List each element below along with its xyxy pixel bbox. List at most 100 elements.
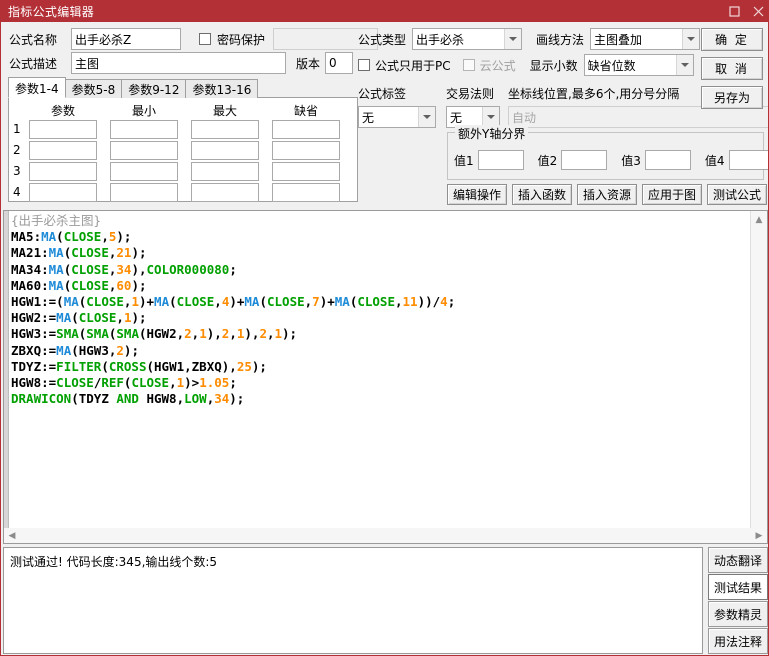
param-cell-3-name[interactable] xyxy=(29,161,97,181)
code-token-op: ); xyxy=(251,358,267,374)
tab-test-result[interactable]: 测试结果 xyxy=(708,574,768,600)
table-row: 1 xyxy=(13,119,353,139)
scroll-right-icon[interactable]: ▶ xyxy=(751,528,767,543)
chevron-down-icon[interactable] xyxy=(682,29,700,49)
code-token-fn: MA xyxy=(48,245,64,261)
tab-usage-notes[interactable]: 用法注释 xyxy=(708,628,768,654)
code-token-num: 1.05 xyxy=(199,374,230,390)
extra-y-axis-title: 额外Y轴分界 xyxy=(455,125,529,142)
insert-function-button[interactable]: 插入函数 xyxy=(512,184,572,205)
param-cell-4-default[interactable] xyxy=(272,182,340,202)
code-token-op: := xyxy=(41,326,57,342)
code-token-op: , xyxy=(169,374,177,390)
param-cell-3-min[interactable] xyxy=(110,161,178,181)
tab-param-wizard[interactable]: 参数精灵 xyxy=(708,601,768,627)
draw-method-select[interactable]: 主图叠加 xyxy=(590,28,701,50)
version-input[interactable]: 0 xyxy=(325,52,354,74)
close-icon[interactable] xyxy=(746,1,768,22)
extra-y-axis-fields: 值1 值2 值3 值4 xyxy=(454,150,768,170)
code-token-var: HGW2 xyxy=(11,310,42,326)
cloud-formula-checkbox xyxy=(462,59,475,71)
password-protect-label: 密码保护 xyxy=(217,32,266,47)
tab-params-9-12[interactable]: 参数9-12 xyxy=(121,79,187,98)
extra-y-input-4[interactable] xyxy=(728,150,768,170)
col-header-max: 最大 xyxy=(212,103,237,118)
test-formula-button[interactable]: 测试公式 xyxy=(707,184,767,205)
formula-type-select[interactable]: 出手必杀 xyxy=(412,28,523,50)
code-token-num: 1 xyxy=(131,293,139,309)
code-token-op: ); xyxy=(131,245,147,261)
table-row: 3 xyxy=(13,161,353,181)
code-token-kw: SMA xyxy=(56,326,79,342)
cloud-formula-label: 云公式 xyxy=(479,58,516,73)
code-text-area[interactable]: {出手必杀主图} MA5:MA(CLOSE,5); MA21:MA(CLOSE,21… xyxy=(9,211,750,543)
code-token-op: (TDYZ xyxy=(71,391,117,407)
param-cell-2-max[interactable] xyxy=(191,140,259,160)
version-label: 版本 xyxy=(296,56,321,71)
param-cell-1-default[interactable] xyxy=(272,119,340,139)
maximize-icon[interactable] xyxy=(722,1,746,22)
param-cell-3-default[interactable] xyxy=(272,161,340,181)
code-line: DRAWICON(TDYZ AND HGW8,LOW,34); xyxy=(11,391,750,407)
ok-button[interactable]: 确 定 xyxy=(701,28,763,51)
chevron-down-icon[interactable] xyxy=(482,107,499,127)
param-cell-1-max[interactable] xyxy=(191,119,259,139)
apply-to-chart-button[interactable]: 应用于图 xyxy=(642,184,702,205)
chevron-down-icon[interactable] xyxy=(675,55,693,75)
hscroll-track[interactable] xyxy=(20,528,751,543)
tab-dynamic-translate[interactable]: 动态翻译 xyxy=(708,547,768,573)
code-token-op: ); xyxy=(131,277,147,293)
formula-desc-input[interactable]: 主图 xyxy=(71,52,286,74)
param-cell-2-name[interactable] xyxy=(29,140,97,160)
param-cell-2-min[interactable] xyxy=(110,140,178,160)
chevron-down-icon[interactable] xyxy=(418,107,435,127)
code-token-op: := xyxy=(41,310,57,326)
param-cell-1-name[interactable] xyxy=(29,119,97,139)
code-token-fn: MA xyxy=(48,277,64,293)
formula-name-input[interactable]: 出手必杀Z xyxy=(71,28,181,50)
editor-vertical-scrollbar[interactable]: ▲ ▼ xyxy=(750,211,767,543)
param-cell-3-max[interactable] xyxy=(191,161,259,181)
param-cell-4-min[interactable] xyxy=(110,182,178,202)
chevron-down-icon[interactable] xyxy=(504,29,522,49)
draw-method-value: 主图叠加 xyxy=(594,32,643,47)
code-line: HGW1:=(MA(CLOSE,1)+MA(CLOSE,4)+MA(CLOSE,… xyxy=(11,294,750,310)
tab-params-13-16[interactable]: 参数13-16 xyxy=(185,79,259,98)
coord-line-placeholder: 自动 xyxy=(512,110,537,125)
extra-y-input-1[interactable] xyxy=(477,150,524,170)
code-token-op: , xyxy=(116,310,124,326)
formula-tag-select[interactable]: 无 xyxy=(358,106,436,128)
password-protect-checkbox[interactable] xyxy=(199,33,211,45)
code-line: HGW2:=MA(CLOSE,1); xyxy=(11,310,750,326)
code-token-num: 2 xyxy=(116,342,124,358)
cancel-button[interactable]: 取 消 xyxy=(701,57,763,80)
code-token-kw: SMA xyxy=(86,326,109,342)
insert-resource-button[interactable]: 插入资源 xyxy=(577,184,637,205)
param-cell-1-min[interactable] xyxy=(110,119,178,139)
extra-y-input-3[interactable] xyxy=(644,150,691,170)
code-token-kw: LOW xyxy=(184,391,207,407)
param-cell-4-name[interactable] xyxy=(29,182,97,202)
pc-only-checkbox[interactable] xyxy=(358,59,370,71)
param-cell-4-max[interactable] xyxy=(191,182,259,202)
scroll-left-icon[interactable]: ◀ xyxy=(4,528,20,543)
editor-horizontal-scrollbar[interactable]: ◀ ▶ xyxy=(3,528,768,544)
save-as-button[interactable]: 另存为 xyxy=(701,86,763,109)
code-token-op: ( xyxy=(169,293,177,309)
decimals-select[interactable]: 缺省位数 xyxy=(583,54,694,76)
extra-y-label-1: 值1 xyxy=(454,153,474,168)
code-editor[interactable]: {出手必杀主图} MA5:MA(CLOSE,5); MA21:MA(CLOSE,21… xyxy=(3,210,768,544)
scroll-up-icon[interactable]: ▲ xyxy=(751,211,768,228)
code-token-op: : xyxy=(33,229,42,245)
code-token-fn: MA xyxy=(48,261,64,277)
edit-operation-button[interactable]: 编辑操作 xyxy=(447,184,507,205)
tab-params-1-4[interactable]: 参数1-4 xyxy=(8,77,66,98)
code-token-op: )+ xyxy=(319,293,335,309)
params-panel: 参数 最小 最大 缺省 1 2 3 4 xyxy=(8,97,358,202)
row-index: 2 xyxy=(13,143,21,157)
code-token-kw: SMA xyxy=(116,326,139,342)
table-row: 2 xyxy=(13,140,353,160)
tab-params-5-8[interactable]: 参数5-8 xyxy=(64,79,123,98)
param-cell-2-default[interactable] xyxy=(272,140,340,160)
extra-y-input-2[interactable] xyxy=(561,150,608,170)
